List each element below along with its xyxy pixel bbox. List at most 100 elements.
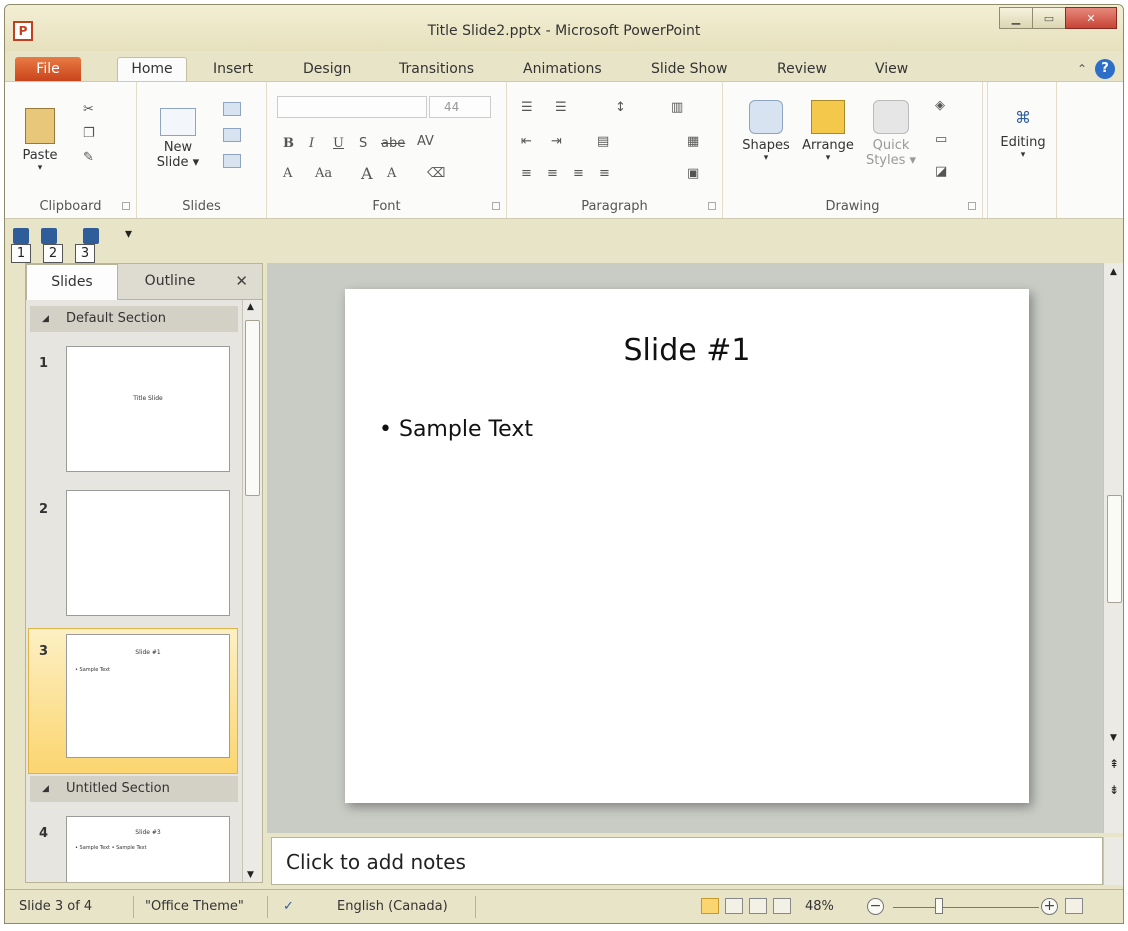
line-spacing-icon[interactable]: ↕ bbox=[615, 100, 626, 115]
shape-fill-icon[interactable]: ◈ bbox=[935, 98, 945, 113]
underline-icon[interactable]: U bbox=[333, 136, 344, 151]
section-header[interactable]: ◢ Untitled Section bbox=[30, 776, 238, 802]
notes-scrollbar[interactable] bbox=[1103, 837, 1123, 885]
align-left-icon[interactable]: ≡ bbox=[521, 166, 532, 181]
slide-thumbnail-4[interactable]: Slide #3 • Sample Text • Sample Text bbox=[66, 816, 230, 882]
zoom-slider-thumb[interactable] bbox=[935, 898, 943, 914]
slide-bullet[interactable]: • Sample Text bbox=[379, 417, 533, 442]
normal-view-icon[interactable] bbox=[701, 898, 719, 914]
arrange-button[interactable]: Arrange ▾ bbox=[795, 100, 861, 163]
paragraph-launcher-icon[interactable] bbox=[708, 202, 716, 210]
slide-thumbnail-3[interactable]: Slide #1 • Sample Text bbox=[66, 634, 230, 758]
editing-button[interactable]: ⌘ Editing ▾ bbox=[994, 108, 1052, 160]
format-painter-icon[interactable]: ✎ bbox=[83, 150, 94, 165]
layout-icon[interactable] bbox=[223, 102, 241, 116]
smartart-icon[interactable]: ▣ bbox=[687, 166, 699, 181]
slide-title[interactable]: Slide #1 bbox=[345, 333, 1029, 368]
bullets-icon[interactable]: ☰ bbox=[521, 100, 533, 115]
reset-icon[interactable] bbox=[223, 128, 241, 142]
tab-insert[interactable]: Insert bbox=[213, 61, 253, 77]
grow-font-icon[interactable]: A bbox=[361, 164, 373, 183]
quick-styles-button[interactable]: Quick Styles ▾ bbox=[863, 100, 919, 168]
bold-icon[interactable]: B bbox=[283, 136, 294, 151]
tab-design[interactable]: Design bbox=[303, 61, 351, 77]
copy-icon[interactable]: ❐ bbox=[83, 126, 95, 141]
reading-view-icon[interactable] bbox=[749, 898, 767, 914]
tab-view[interactable]: View bbox=[875, 61, 908, 77]
slides-pane-scrollbar[interactable]: ▲ ▼ bbox=[242, 300, 262, 882]
slide-thumbnail-2[interactable] bbox=[66, 490, 230, 616]
columns-icon[interactable]: ▥ bbox=[671, 100, 683, 115]
font-color-icon[interactable]: A bbox=[283, 166, 292, 181]
zoom-slider[interactable] bbox=[893, 907, 1039, 908]
previous-slide-icon[interactable]: ⇞ bbox=[1109, 757, 1119, 771]
character-spacing-icon[interactable]: AV bbox=[417, 134, 434, 149]
font-size-box[interactable]: 44 bbox=[429, 96, 491, 118]
text-direction-icon[interactable]: ▤ bbox=[597, 134, 609, 149]
scrollbar-thumb[interactable] bbox=[245, 320, 260, 496]
close-pane-icon[interactable]: ✕ bbox=[235, 272, 248, 290]
tab-home[interactable]: Home bbox=[117, 57, 187, 83]
justify-icon[interactable]: ≡ bbox=[599, 166, 610, 181]
section-icon[interactable] bbox=[223, 154, 241, 168]
shape-effects-icon[interactable]: ◪ bbox=[935, 164, 947, 179]
tab-transitions[interactable]: Transitions bbox=[399, 61, 474, 77]
tab-file[interactable]: File bbox=[15, 57, 81, 81]
minimize-ribbon-icon[interactable]: ⌃ bbox=[1077, 62, 1087, 76]
strikethrough-icon[interactable]: abe bbox=[381, 136, 405, 151]
maximize-button[interactable]: ▭ bbox=[1032, 7, 1066, 29]
increase-indent-icon[interactable]: ⇥ bbox=[551, 134, 562, 149]
zoom-in-icon[interactable]: + bbox=[1041, 898, 1058, 915]
customize-qat-icon[interactable]: ▾ bbox=[125, 226, 132, 242]
slide-sorter-icon[interactable] bbox=[725, 898, 743, 914]
scroll-down-icon[interactable]: ▼ bbox=[247, 870, 254, 880]
clear-formatting-icon[interactable]: ⌫ bbox=[427, 166, 445, 181]
new-slide-button[interactable]: New Slide ▾ bbox=[151, 108, 205, 170]
zoom-out-icon[interactable]: − bbox=[867, 898, 884, 915]
slideshow-view-icon[interactable] bbox=[773, 898, 791, 914]
slide-thumbnail-1[interactable]: Title Slide bbox=[66, 346, 230, 472]
shapes-button[interactable]: Shapes ▾ bbox=[733, 100, 799, 163]
drawing-launcher-icon[interactable] bbox=[968, 202, 976, 210]
tab-animations[interactable]: Animations bbox=[523, 61, 602, 77]
align-center-icon[interactable]: ≡ bbox=[547, 166, 558, 181]
shape-outline-icon[interactable]: ▭ bbox=[935, 132, 947, 147]
close-button[interactable]: ✕ bbox=[1065, 7, 1117, 29]
slide-scrollbar[interactable]: ▲ ▼ ⇞ ⇟ bbox=[1103, 263, 1123, 833]
align-text-icon[interactable]: ▦ bbox=[687, 134, 699, 149]
minimize-button[interactable]: ▁ bbox=[999, 7, 1033, 29]
italic-icon[interactable]: I bbox=[309, 136, 314, 151]
slide-canvas[interactable]: Slide #1 • Sample Text bbox=[345, 289, 1029, 803]
shadow-icon[interactable]: S bbox=[359, 136, 367, 151]
help-icon[interactable]: ? bbox=[1095, 59, 1115, 79]
undo-icon[interactable] bbox=[41, 228, 57, 244]
section-header[interactable]: ◢ Default Section bbox=[30, 306, 238, 332]
notes-pane[interactable]: Click to add notes bbox=[271, 837, 1103, 885]
scroll-down-icon[interactable]: ▼ bbox=[1110, 733, 1117, 743]
spell-check-icon[interactable]: ✓ bbox=[283, 899, 294, 914]
theme-name[interactable]: "Office Theme" bbox=[145, 899, 244, 914]
scrollbar-thumb[interactable] bbox=[1107, 495, 1122, 603]
numbering-icon[interactable]: ☰ bbox=[555, 100, 567, 115]
font-name-box[interactable] bbox=[277, 96, 427, 118]
cut-icon[interactable]: ✂ bbox=[83, 102, 94, 117]
font-launcher-icon[interactable] bbox=[492, 202, 500, 210]
clipboard-launcher-icon[interactable] bbox=[122, 202, 130, 210]
align-right-icon[interactable]: ≡ bbox=[573, 166, 584, 181]
save-icon[interactable] bbox=[13, 228, 29, 244]
paste-button[interactable]: Paste ▾ bbox=[19, 108, 61, 173]
scroll-up-icon[interactable]: ▲ bbox=[247, 302, 254, 312]
scroll-up-icon[interactable]: ▲ bbox=[1110, 267, 1117, 277]
language[interactable]: English (Canada) bbox=[337, 899, 448, 914]
decrease-indent-icon[interactable]: ⇤ bbox=[521, 134, 532, 149]
shrink-font-icon[interactable]: A bbox=[387, 166, 396, 181]
next-slide-icon[interactable]: ⇟ bbox=[1109, 783, 1119, 797]
tab-outline[interactable]: Outline bbox=[122, 264, 218, 300]
redo-icon[interactable] bbox=[83, 228, 99, 244]
fit-to-window-icon[interactable] bbox=[1065, 898, 1083, 914]
change-case-icon[interactable]: Aa bbox=[315, 166, 332, 181]
tab-slides[interactable]: Slides bbox=[26, 264, 118, 300]
tab-review[interactable]: Review bbox=[777, 61, 827, 77]
tab-slide-show[interactable]: Slide Show bbox=[651, 61, 727, 77]
zoom-level[interactable]: 48% bbox=[805, 899, 834, 914]
